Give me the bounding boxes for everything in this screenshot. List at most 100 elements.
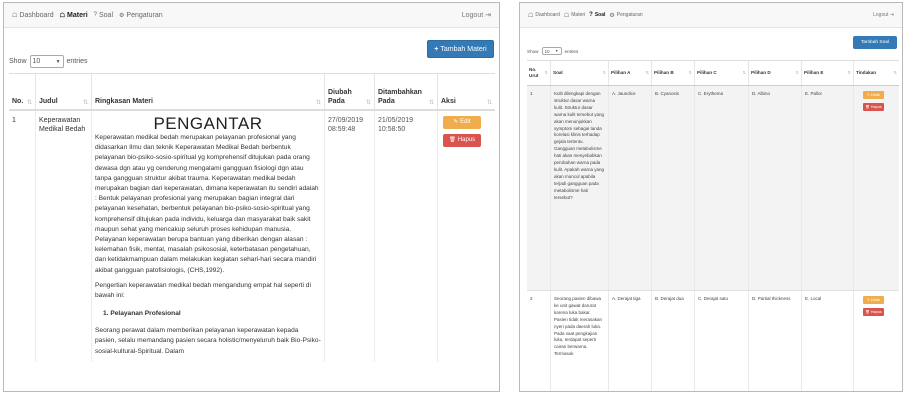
cell-pilihan-d: D. Albino <box>749 86 802 290</box>
gears-icon: ⚙ <box>609 12 615 19</box>
cell-soal: Seorang pasien dibawa ke unit gawat daru… <box>551 291 609 391</box>
column-header-pilihan-d[interactable]: Pilihan D ⇅ <box>749 61 802 85</box>
cell-pilihan-e: E. Local <box>802 291 854 391</box>
column-header-diubah[interactable]: Diubah Pada ⇅ <box>325 74 375 109</box>
logout-icon: ⇥ <box>485 12 491 19</box>
nav-soal[interactable]: ? Soal <box>589 12 605 18</box>
caret-down-icon: ▼ <box>55 58 61 65</box>
column-header-ringkasan[interactable]: Ringkasan Materi ⇅ <box>92 74 325 109</box>
sort-icon: ⇅ <box>486 100 492 106</box>
column-header-aksi[interactable]: Aksi ⇅ <box>438 74 495 109</box>
column-header-soal[interactable]: Soal ⇅ <box>551 61 609 85</box>
soal-window: ☖ Dashboard ☖ Materi ? Soal ⚙ Pengaturan Log… <box>519 2 903 392</box>
cell-pilihan-b: B. Derajat dua <box>652 291 695 391</box>
nav-pengaturan[interactable]: ⚙ Pengaturan <box>609 12 642 19</box>
cell-soal: Kulit dilengkapi dengan struktur dasar w… <box>551 86 609 290</box>
cell-pilihan-d: D. Partial thickness <box>749 291 802 391</box>
question-icon: ? <box>93 12 97 18</box>
cell-tindakan: ✎ Ubah 🗑 Hapus <box>854 86 899 290</box>
trash-icon: 🗑 <box>865 309 870 314</box>
logout-icon: ⇥ <box>889 12 894 18</box>
column-header-tindakan[interactable]: Tindakan ⇅ <box>854 61 899 85</box>
trash-icon: 🗑 <box>448 137 456 143</box>
column-header-no-urut[interactable]: No. Urut ⇅ <box>527 61 551 85</box>
home-icon: ☖ <box>563 12 570 19</box>
sort-icon: ⇅ <box>893 70 897 75</box>
nav-materi[interactable]: ☖ Materi <box>60 12 88 19</box>
column-header-pilihan-a[interactable]: Pilihan A ⇅ <box>609 61 652 85</box>
sort-icon: ⇅ <box>428 100 434 106</box>
cell-tindakan: ✎ Ubah 🗑 Hapus <box>854 291 899 391</box>
cell-aksi: ✎ Edit 🗑 Hapus <box>438 111 495 362</box>
sort-icon: ⇅ <box>315 100 321 106</box>
add-materi-button[interactable]: + Tambah Materi <box>427 40 494 58</box>
sort-icon: ⇅ <box>688 70 692 75</box>
nav-pengaturan[interactable]: ⚙ Pengaturan <box>119 12 163 19</box>
sort-icon: ⇅ <box>365 100 371 106</box>
entries-length-control: Show 10 ▼ entries <box>527 47 579 55</box>
home-icon: ☖ <box>12 12 18 19</box>
table-row: 1 Keperawatan Medikal Bedah PENGANTAR Ke… <box>9 111 495 362</box>
sort-icon: ⇅ <box>742 70 746 75</box>
home-icon: ☖ <box>59 12 66 19</box>
column-header-pilihan-b[interactable]: Pilihan B ⇅ <box>652 61 695 85</box>
cell-no: 1 <box>527 86 551 290</box>
entries-length-control: Show 10 ▼ entries <box>9 55 88 68</box>
delete-button[interactable]: 🗑 Hapus <box>863 308 884 316</box>
gears-icon: ⚙ <box>119 12 125 19</box>
delete-button[interactable]: 🗑 Hapus <box>443 134 481 147</box>
pencil-icon: ✎ <box>866 297 870 302</box>
nav-dashboard[interactable]: ☖ Dashboard <box>528 12 560 19</box>
column-header-pilihan-e[interactable]: Pilihan E ⇅ <box>802 61 854 85</box>
sort-icon: ⇅ <box>602 70 606 75</box>
entries-select[interactable]: 10 ▼ <box>541 47 562 55</box>
cell-ringkasan: PENGANTAR Keperawatan medikal bedah meru… <box>92 111 325 362</box>
cell-pilihan-b: B. Cyanosis <box>652 86 695 290</box>
sort-icon: ⇅ <box>26 100 32 106</box>
navbar: ☖ Dashboard ☖ Materi ? Soal ⚙ Pengaturan Log… <box>4 3 499 28</box>
delete-button[interactable]: 🗑 Hapus <box>863 103 884 111</box>
materi-subheading: 1. Pelayanan Profesional <box>103 310 181 318</box>
pencil-icon: ✎ <box>866 92 870 97</box>
soal-table: No. Urut ⇅ Soal ⇅ Pilihan A ⇅ Pilihan B ⇅ Pi… <box>527 60 899 391</box>
cell-no: 1 <box>9 111 36 362</box>
sort-icon: ⇅ <box>544 70 548 75</box>
column-header-judul[interactable]: Judul ⇅ <box>36 74 92 109</box>
cell-judul: Keperawatan Medikal Bedah <box>36 111 92 362</box>
caret-down-icon: ▼ <box>555 49 559 53</box>
question-icon: ? <box>589 12 593 18</box>
add-soal-button[interactable]: Tambah Soal <box>853 36 897 49</box>
edit-button[interactable]: ✎ Edit <box>443 116 481 129</box>
nav-dashboard[interactable]: ☖ Dashboard <box>12 12 54 19</box>
materi-paragraph: Seorang perawat dalam memberikan pelayan… <box>95 327 321 355</box>
trash-icon: 🗑 <box>865 104 870 109</box>
cell-pilihan-c: C. Erythema <box>695 86 749 290</box>
edit-button[interactable]: ✎ Ubah <box>863 91 884 99</box>
cell-pilihan-c: C. Derajat satu <box>695 291 749 391</box>
column-header-pilihan-c[interactable]: Pilihan C ⇅ <box>695 61 749 85</box>
cell-diubah: 27/09/2019 08:59:48 <box>325 111 375 362</box>
materi-paragraph: Keperawatan medikal bedah merupakan pela… <box>95 134 319 274</box>
pencil-icon: ✎ <box>453 119 459 125</box>
cell-pilihan-a: A. Derajat tiga <box>609 291 652 391</box>
plus-icon: + <box>434 45 439 53</box>
cell-ditambahkan: 21/05/2019 10:58:50 <box>375 111 438 362</box>
nav-materi[interactable]: ☖ Materi <box>564 12 585 19</box>
materi-window: ☖ Dashboard ☖ Materi ? Soal ⚙ Pengaturan Log… <box>3 2 500 392</box>
logout-link[interactable]: Logout ⇥ <box>462 11 491 19</box>
table-row: 2 Seorang pasien dibawa ke unit gawat da… <box>527 291 899 391</box>
sort-icon: ⇅ <box>847 70 851 75</box>
cell-pilihan-e: E. Pallor <box>802 86 854 290</box>
edit-button[interactable]: ✎ Ubah <box>863 296 884 304</box>
entries-select[interactable]: 10 ▼ <box>29 55 64 68</box>
column-header-ditambahkan[interactable]: Ditambahkan Pada ⇅ <box>375 74 438 109</box>
column-header-no[interactable]: No. ⇅ <box>9 74 36 109</box>
sort-icon: ⇅ <box>82 100 88 106</box>
logout-link[interactable]: Logout ⇥ <box>873 12 894 18</box>
cell-no: 2 <box>527 291 551 391</box>
nav-soal[interactable]: ? Soal <box>94 12 113 19</box>
table-row: 1 Kulit dilengkapi dengan struktur dasar… <box>527 86 899 291</box>
table-header: No. Urut ⇅ Soal ⇅ Pilihan A ⇅ Pilihan B ⇅ Pi… <box>527 60 899 86</box>
materi-table: No. ⇅ Judul ⇅ Ringkasan Materi ⇅ Diubah Pad… <box>9 73 495 362</box>
sort-icon: ⇅ <box>645 70 649 75</box>
